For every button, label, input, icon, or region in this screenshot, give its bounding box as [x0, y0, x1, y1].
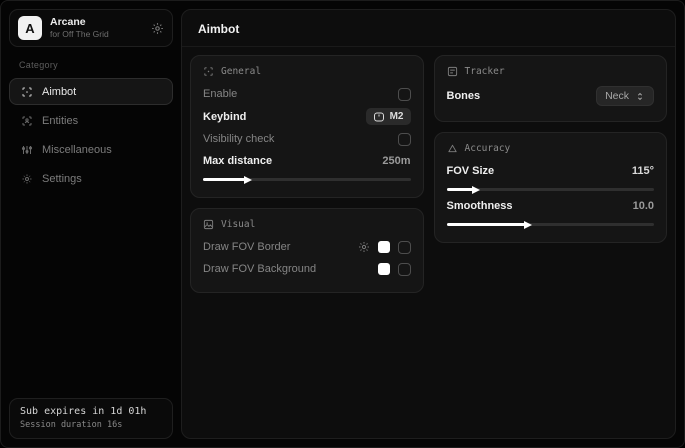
fov-size-value: 115° [632, 165, 654, 177]
smoothness-value: 10.0 [633, 200, 654, 212]
smoothness-label: Smoothness [447, 200, 513, 212]
visibility-check-label: Visibility check [203, 133, 274, 145]
max-distance-value: 250m [382, 155, 410, 167]
fov-background-checkbox[interactable] [398, 263, 411, 276]
category-label: Category [19, 60, 173, 70]
image-icon [203, 219, 214, 230]
crosshair-icon [21, 86, 33, 98]
session-duration-text: Session duration 16s [20, 420, 162, 430]
app-name: Arcane [50, 16, 143, 29]
visibility-check-checkbox[interactable] [398, 133, 411, 146]
bones-select[interactable]: Neck [596, 86, 654, 106]
enable-row: Enable [203, 83, 411, 105]
fov-size-label: FOV Size [447, 165, 495, 177]
content: General Enable Keybind [182, 47, 675, 301]
card-title: General [221, 66, 261, 77]
keybind-row: Keybind M2 [203, 105, 411, 128]
fov-border-label: Draw FOV Border [203, 241, 290, 253]
keybind-label: Keybind [203, 111, 246, 123]
crosshair-icon [203, 66, 214, 77]
visual-card: Visual Draw FOV Border [190, 208, 424, 293]
bones-label: Bones [447, 90, 481, 102]
sidebar-item-settings[interactable]: Settings [9, 165, 173, 192]
app-logo: A [18, 16, 42, 40]
app-window: A Arcane for Off The Grid Category [0, 0, 685, 448]
sidebar-item-miscellaneous[interactable]: Miscellaneous [9, 136, 173, 163]
sidebar-item-label: Aimbot [42, 86, 76, 98]
bones-value: Neck [605, 90, 629, 102]
max-distance-slider[interactable] [203, 178, 411, 181]
keybind-value: M2 [390, 111, 404, 122]
tracker-card: Tracker Bones Neck [434, 55, 668, 122]
tracker-icon [447, 66, 458, 77]
sidebar-item-label: Settings [42, 173, 82, 185]
keybind-button[interactable]: M2 [366, 108, 411, 125]
smoothness-row: Smoothness 10.0 [447, 195, 655, 217]
left-column: General Enable Keybind [190, 55, 424, 293]
app-meta: Arcane for Off The Grid [50, 16, 143, 40]
slider-thumb[interactable] [472, 186, 480, 194]
bones-row: Bones Neck [447, 83, 655, 109]
sidebar-item-entities[interactable]: Entities [9, 107, 173, 134]
sidebar: A Arcane for Off The Grid Category [9, 9, 173, 439]
smoothness-slider[interactable] [447, 223, 655, 226]
fov-size-slider[interactable] [447, 188, 655, 191]
card-title: Tracker [465, 66, 505, 77]
sub-expires-text: Sub expires in 1d 01h [20, 406, 162, 417]
fov-border-checkbox[interactable] [398, 241, 411, 254]
fov-border-row: Draw FOV Border [203, 236, 411, 258]
subscription-status-card: Sub expires in 1d 01h Session duration 1… [9, 398, 173, 439]
sidebar-nav: Aimbot Entities [9, 78, 173, 192]
fov-background-label: Draw FOV Background [203, 263, 316, 275]
gear-icon [21, 173, 33, 185]
enable-label: Enable [203, 88, 237, 100]
visibility-check-row: Visibility check [203, 128, 411, 150]
general-card: General Enable Keybind [190, 55, 424, 198]
app-header-card: A Arcane for Off The Grid [9, 9, 173, 47]
main-header: Aimbot [182, 10, 675, 47]
mouse-icon [373, 112, 385, 122]
max-distance-row: Max distance 250m [203, 150, 411, 172]
fov-size-row: FOV Size 115° [447, 160, 655, 182]
sidebar-item-label: Miscellaneous [42, 144, 112, 156]
slider-thumb[interactable] [524, 221, 532, 229]
max-distance-label: Max distance [203, 155, 272, 167]
main-panel: Aimbot General E [181, 9, 676, 439]
angle-icon [447, 143, 458, 154]
chevron-up-down-icon [635, 91, 645, 102]
enable-checkbox[interactable] [398, 88, 411, 101]
fov-border-color-swatch[interactable] [378, 241, 390, 253]
slider-thumb[interactable] [244, 176, 252, 184]
entity-scan-icon [21, 115, 33, 127]
card-title: Visual [221, 219, 255, 230]
gear-icon[interactable] [151, 22, 164, 35]
page-title: Aimbot [198, 22, 659, 36]
accuracy-card: Accuracy FOV Size 115° Smoothness 10.0 [434, 132, 668, 243]
sidebar-item-aimbot[interactable]: Aimbot [9, 78, 173, 105]
gear-icon[interactable] [358, 241, 370, 253]
app-subtitle: for Off The Grid [50, 29, 143, 40]
fov-background-row: Draw FOV Background [203, 258, 411, 280]
right-column: Tracker Bones Neck [434, 55, 668, 243]
fov-background-color-swatch[interactable] [378, 263, 390, 275]
card-title: Accuracy [465, 143, 511, 154]
sidebar-item-label: Entities [42, 115, 78, 127]
sliders-icon [21, 144, 33, 156]
